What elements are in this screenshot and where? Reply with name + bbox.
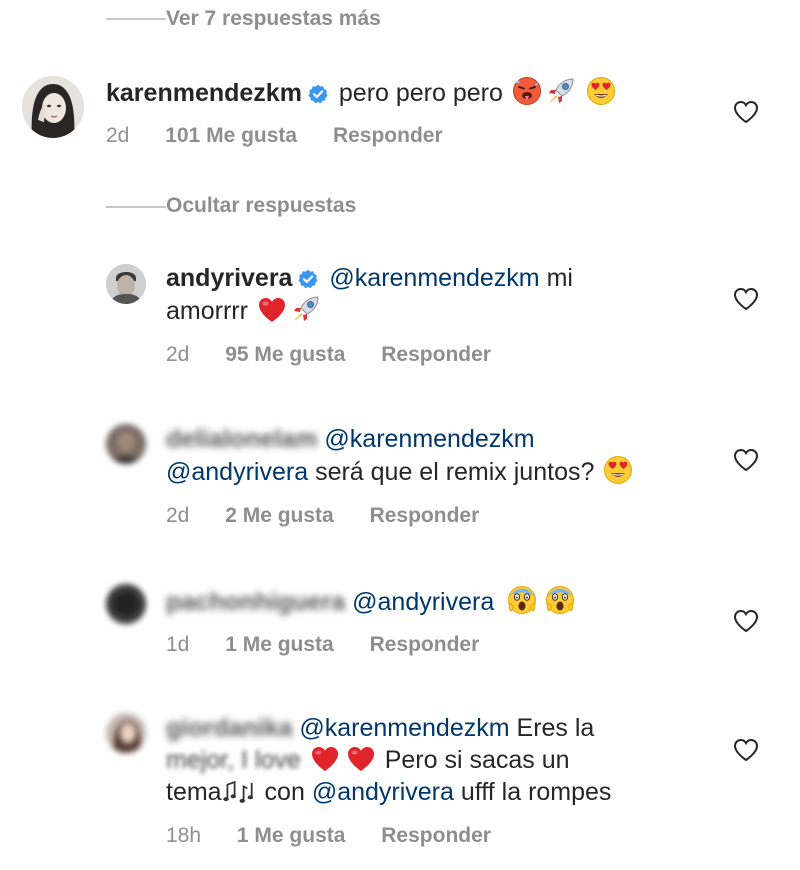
divider-line — [106, 206, 166, 208]
reply-text: giordanika @karenmendezkm Eres la mejor,… — [166, 712, 706, 808]
reply-message: Pero si sacas un — [384, 746, 570, 774]
likes-count[interactable]: 1 Me gusta — [237, 824, 346, 847]
screaming-face-emoji-icon — [545, 583, 575, 615]
likes-count[interactable]: 1 Me gusta — [225, 633, 334, 656]
reply-button[interactable]: Responder — [370, 504, 480, 527]
like-heart-icon[interactable] — [733, 448, 759, 472]
avatar[interactable] — [106, 713, 146, 753]
reply-meta: 2d 2 Me gusta Responder — [166, 504, 509, 528]
likes-count[interactable]: 2 Me gusta — [225, 504, 334, 527]
avatar-photo — [22, 76, 84, 138]
reply-username[interactable]: delialonelam — [166, 425, 317, 453]
avatar-photo — [106, 713, 146, 753]
like-heart-icon[interactable] — [733, 287, 759, 311]
heart-eyes-emoji-icon — [603, 455, 633, 485]
reply-message: ufff la rompes — [460, 778, 612, 806]
likes-count[interactable]: 95 Me gusta — [225, 343, 345, 366]
reply-message: será que el remix juntos? — [315, 458, 595, 486]
like-heart-icon[interactable] — [733, 100, 759, 124]
reply-meta: 2d 95 Me gusta Responder — [166, 343, 521, 367]
like-heart-icon[interactable] — [733, 738, 759, 762]
red-heart-emoji-icon — [310, 745, 340, 773]
reply-username[interactable]: andyrivera — [166, 264, 292, 292]
reply-message: amorrrr — [166, 297, 248, 325]
avatar[interactable] — [106, 424, 146, 464]
reply-time: 1d — [166, 633, 190, 656]
reply-text: pachonhiguera @andyrivera — [166, 583, 706, 618]
reply-message: mi — [546, 264, 573, 292]
avatar[interactable] — [106, 264, 146, 304]
like-heart-icon[interactable] — [733, 609, 759, 633]
red-heart-emoji-icon — [257, 296, 287, 324]
reply-message: Eres la — [516, 714, 595, 742]
view-more-replies-button[interactable]: Ver 7 respuestas más — [166, 7, 381, 31]
comment-text: karenmendezkm pero pero pero — [106, 76, 706, 109]
reply-button[interactable]: Responder — [381, 824, 491, 847]
reply-meta: 18h 1 Me gusta Responder — [166, 824, 521, 848]
red-heart-emoji-icon — [346, 745, 376, 773]
rocket-emoji-icon — [291, 294, 321, 324]
verified-badge-icon — [298, 269, 318, 289]
reply-time: 2d — [166, 504, 190, 527]
screaming-face-emoji-icon — [507, 583, 537, 615]
reply-message: con — [264, 778, 305, 806]
reply-time: 18h — [166, 824, 202, 847]
avatar-photo — [106, 584, 146, 624]
divider-line — [106, 18, 166, 20]
reply-button[interactable]: Responder — [333, 124, 443, 147]
hide-replies-button[interactable]: Ocultar respuestas — [166, 194, 356, 218]
heart-eyes-emoji-icon — [586, 76, 616, 106]
rocket-emoji-icon — [546, 76, 576, 106]
musical-notes-emoji-icon — [222, 777, 258, 805]
avatar-photo — [106, 264, 146, 304]
mention-link[interactable]: @andyrivera — [312, 778, 454, 806]
avatar-photo — [106, 424, 146, 464]
likes-count[interactable]: 101 Me gusta — [165, 124, 297, 147]
mention-link[interactable]: @karenmendezkm — [299, 714, 509, 742]
reply-username[interactable]: giordanika — [166, 714, 292, 742]
comment-message: pero pero pero — [338, 79, 503, 107]
reply-time: 2d — [166, 343, 190, 366]
comment-meta: 2d 101 Me gusta Responder — [106, 124, 473, 148]
comment-time: 2d — [106, 124, 130, 147]
reply-button[interactable]: Responder — [381, 343, 491, 366]
avatar[interactable] — [106, 584, 146, 624]
reply-message: mejor, I love — [166, 746, 301, 774]
reply-text: andyrivera @karenmendezkm mi amorrrr — [166, 262, 706, 327]
mention-link[interactable]: @karenmendezkm — [324, 425, 534, 453]
avatar[interactable] — [22, 76, 84, 138]
mention-link[interactable]: @andyrivera — [166, 458, 308, 486]
mention-link[interactable]: @karenmendezkm — [329, 264, 539, 292]
mention-link[interactable]: @andyrivera — [352, 588, 494, 616]
reply-button[interactable]: Responder — [370, 633, 480, 656]
hot-face-emoji-icon — [512, 76, 542, 106]
reply-text: delialonelam @karenmendezkm @andyrivera … — [166, 423, 706, 488]
reply-username[interactable]: pachonhiguera — [166, 588, 345, 616]
comment-username[interactable]: karenmendezkm — [106, 79, 302, 107]
reply-meta: 1d 1 Me gusta Responder — [166, 633, 509, 657]
verified-badge-icon — [308, 84, 328, 104]
reply-message: tema — [166, 778, 222, 806]
